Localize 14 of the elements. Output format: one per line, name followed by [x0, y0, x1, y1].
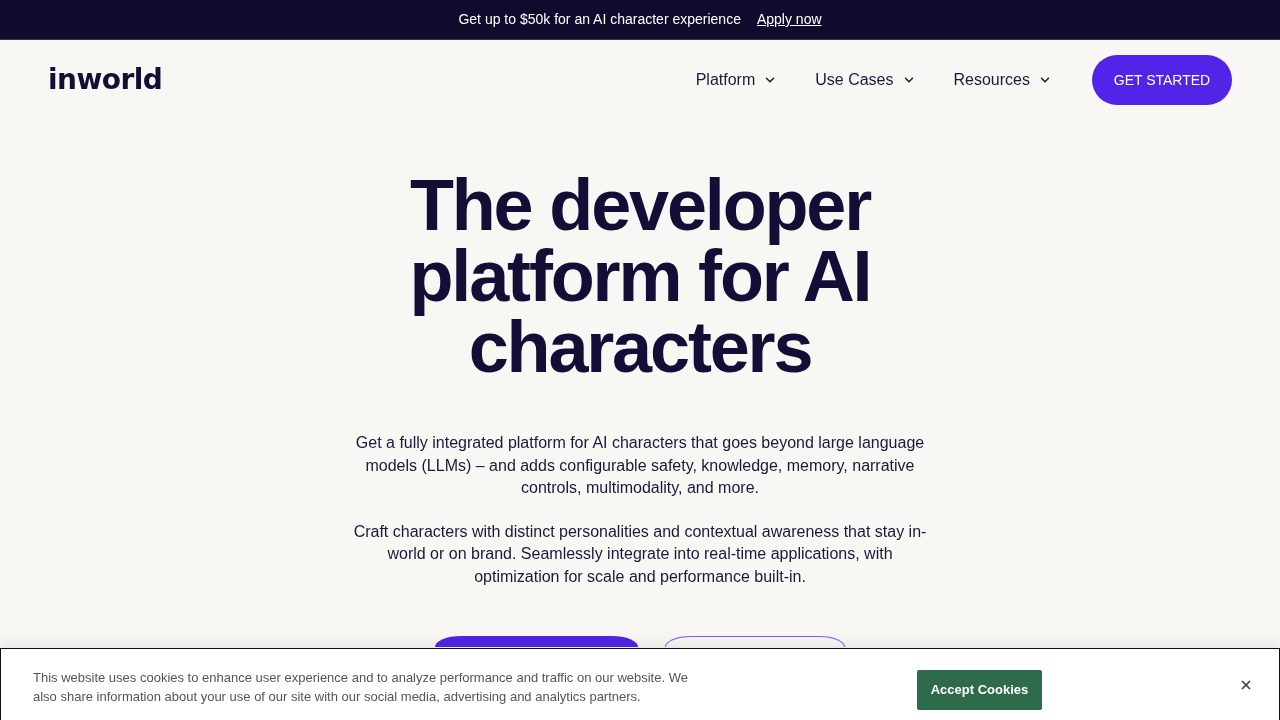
hero-paragraph: Craft characters with distinct personalities and contextual awareness that stay in-world or on brand. Seamlessly integrate into real-time applications, with optimization for scale and performance built-in. [352, 521, 928, 587]
get-started-button[interactable]: GET STARTED [1092, 55, 1232, 105]
cookie-notice-text: This website uses cookies to enhance user experience and to analyze performance and traffic on our website. We also share information about your use of our site with our social media, advertising and analytics partners. [33, 669, 689, 706]
hero-heading: The developer platform for AI characters [408, 170, 872, 383]
logo[interactable]: inworld [48, 66, 163, 94]
accept-cookies-button[interactable]: Accept Cookies [917, 670, 1042, 710]
hero-paragraph: Get a fully integrated platform for AI characters that goes beyond large language models (LLMs) – and adds configurable safety, knowledge, memory, narrative controls, multimodality, and more. [354, 433, 926, 498]
nav-menu-item[interactable]: Use Cases [815, 68, 916, 92]
apply-link[interactable]: Apply now [756, 9, 822, 30]
announcement-text: Get up to $50k for an AI character experience [458, 10, 741, 29]
nav-menu-item[interactable]: Platform [695, 68, 778, 92]
primary-button[interactable] [435, 636, 638, 647]
nav-menu-item[interactable]: Resources [953, 68, 1052, 92]
close-icon[interactable] [1239, 678, 1253, 692]
